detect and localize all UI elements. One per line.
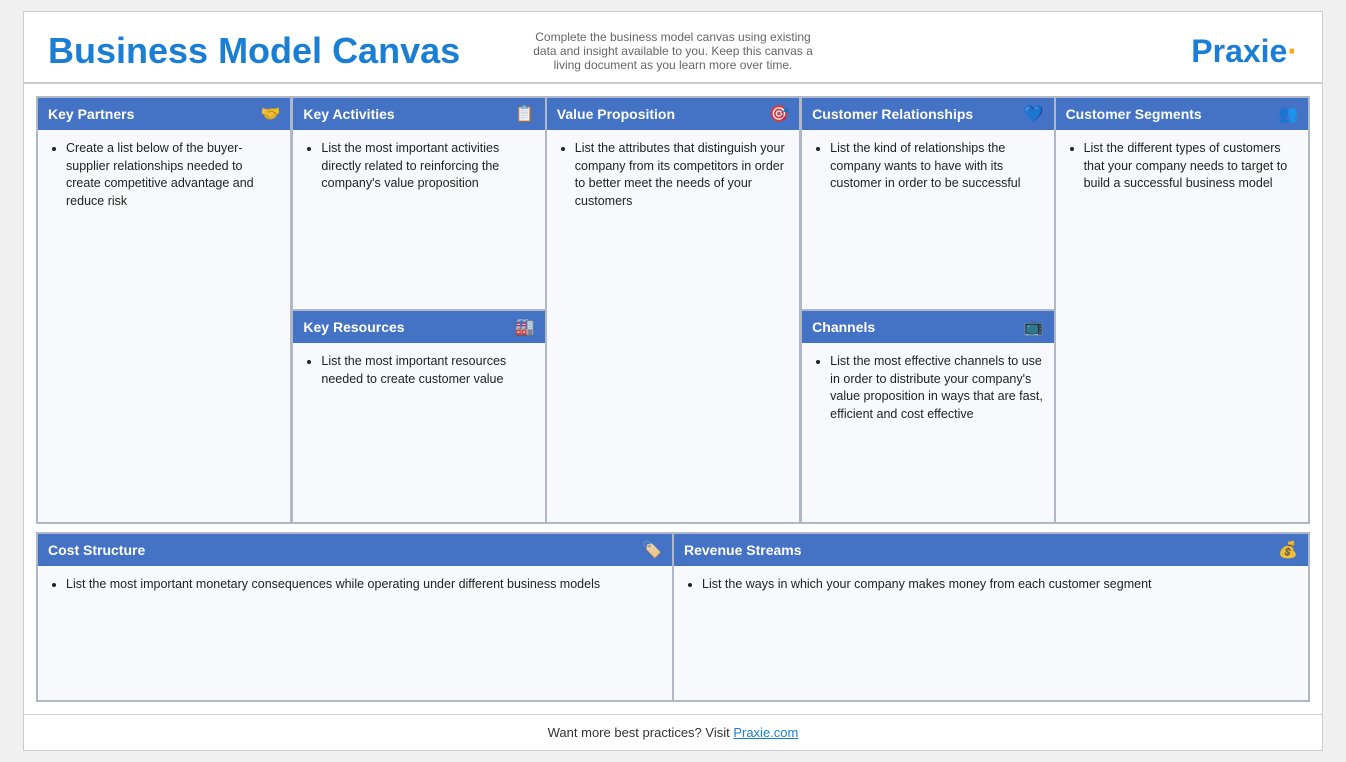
key-resources-header: Key Resources 🏭 <box>293 311 544 343</box>
channels-cell: Channels 📺 List the most effective chann… <box>801 310 1054 523</box>
logo-dot: · <box>1287 33 1298 69</box>
channels-header: Channels 📺 <box>802 311 1053 343</box>
key-activities-resources-column: Key Activities 📋 List the most important… <box>291 97 545 523</box>
channels-content: List the most effective channels to use … <box>802 343 1053 522</box>
key-partners-cell: Key Partners 🤝 Create a list below of th… <box>37 97 291 523</box>
key-resources-cell: Key Resources 🏭 List the most important … <box>292 310 545 523</box>
revenue-streams-content: List the ways in which your company make… <box>674 566 1308 700</box>
value-proposition-content: List the attributes that distinguish you… <box>547 130 799 522</box>
cost-structure-content: List the most important monetary consequ… <box>38 566 672 700</box>
cost-structure-title: Cost Structure <box>48 542 145 558</box>
revenue-streams-item: List the ways in which your company make… <box>702 576 1298 594</box>
cost-structure-item: List the most important monetary consequ… <box>66 576 662 594</box>
customer-rel-channels-column: Customer Relationships 💙 List the kind o… <box>800 97 1054 523</box>
value-proposition-title: Value Proposition <box>557 106 675 122</box>
cost-structure-cell: Cost Structure 🏷️ List the most importan… <box>37 533 673 701</box>
key-resources-content: List the most important resources needed… <box>293 343 544 522</box>
heart-icon: 💙 <box>1024 104 1044 124</box>
customer-relationships-header: Customer Relationships 💙 <box>802 98 1053 130</box>
channels-title: Channels <box>812 319 875 335</box>
key-partners-title: Key Partners <box>48 106 134 122</box>
header-logo: Praxie· <box>823 33 1298 70</box>
customer-segments-header: Customer Segments 👥 <box>1056 98 1308 130</box>
key-resources-title: Key Resources <box>303 319 404 335</box>
key-activities-header: Key Activities 📋 <box>293 98 544 130</box>
tag-icon: 🏷️ <box>642 540 662 560</box>
key-activities-item: List the most important activities direc… <box>321 140 534 193</box>
value-proposition-header: Value Proposition 🎯 <box>547 98 799 130</box>
channels-item: List the most effective channels to use … <box>830 353 1043 423</box>
key-activities-content: List the most important activities direc… <box>293 130 544 309</box>
revenue-streams-title: Revenue Streams <box>684 542 802 558</box>
footer-link[interactable]: Praxie.com <box>733 725 798 740</box>
cost-structure-header: Cost Structure 🏷️ <box>38 534 672 566</box>
value-proposition-cell: Value Proposition 🎯 List the attributes … <box>546 97 800 523</box>
top-section: Key Partners 🤝 Create a list below of th… <box>36 96 1310 524</box>
customer-segments-title: Customer Segments <box>1066 106 1202 122</box>
customer-relationships-title: Customer Relationships <box>812 106 973 122</box>
logo-name: Praxie <box>1191 33 1287 69</box>
target-icon: 🎯 <box>769 104 789 124</box>
factory-icon: 🏭 <box>515 317 535 337</box>
customer-segments-item: List the different types of customers th… <box>1084 140 1298 193</box>
customer-segments-content: List the different types of customers th… <box>1056 130 1308 522</box>
revenue-streams-header: Revenue Streams 💰 <box>674 534 1308 566</box>
customer-relationships-item: List the kind of relationships the compa… <box>830 140 1043 193</box>
header: Business Model Canvas Complete the busin… <box>24 12 1322 84</box>
header-subtitle: Complete the business model canvas using… <box>523 30 823 72</box>
header-left: Business Model Canvas <box>48 31 523 71</box>
page-wrapper: Business Model Canvas Complete the busin… <box>23 11 1323 751</box>
revenue-streams-cell: Revenue Streams 💰 List the ways in which… <box>673 533 1309 701</box>
key-activities-title: Key Activities <box>303 106 394 122</box>
customer-segments-cell: Customer Segments 👥 List the different t… <box>1055 97 1309 523</box>
footer: Want more best practices? Visit Praxie.c… <box>24 714 1322 750</box>
tv-icon: 📺 <box>1024 317 1044 337</box>
customer-relationships-cell: Customer Relationships 💙 List the kind o… <box>801 97 1054 310</box>
customer-relationships-content: List the kind of relationships the compa… <box>802 130 1053 309</box>
footer-text: Want more best practices? Visit <box>548 725 734 740</box>
page-title: Business Model Canvas <box>48 31 523 71</box>
clipboard-icon: 📋 <box>515 104 535 124</box>
people-icon: 👥 <box>1278 104 1298 124</box>
value-proposition-item: List the attributes that distinguish you… <box>575 140 789 210</box>
key-resources-item: List the most important resources needed… <box>321 353 534 388</box>
handshake-icon: 🤝 <box>260 104 280 124</box>
key-partners-item: Create a list below of the buyer-supplie… <box>66 140 280 210</box>
key-activities-cell: Key Activities 📋 List the most important… <box>292 97 545 310</box>
key-partners-header: Key Partners 🤝 <box>38 98 290 130</box>
money-icon: 💰 <box>1278 540 1298 560</box>
logo-text: Praxie· <box>1191 33 1298 69</box>
bottom-section: Cost Structure 🏷️ List the most importan… <box>36 532 1310 702</box>
key-partners-content: Create a list below of the buyer-supplie… <box>38 130 290 522</box>
canvas-body: Key Partners 🤝 Create a list below of th… <box>24 84 1322 714</box>
